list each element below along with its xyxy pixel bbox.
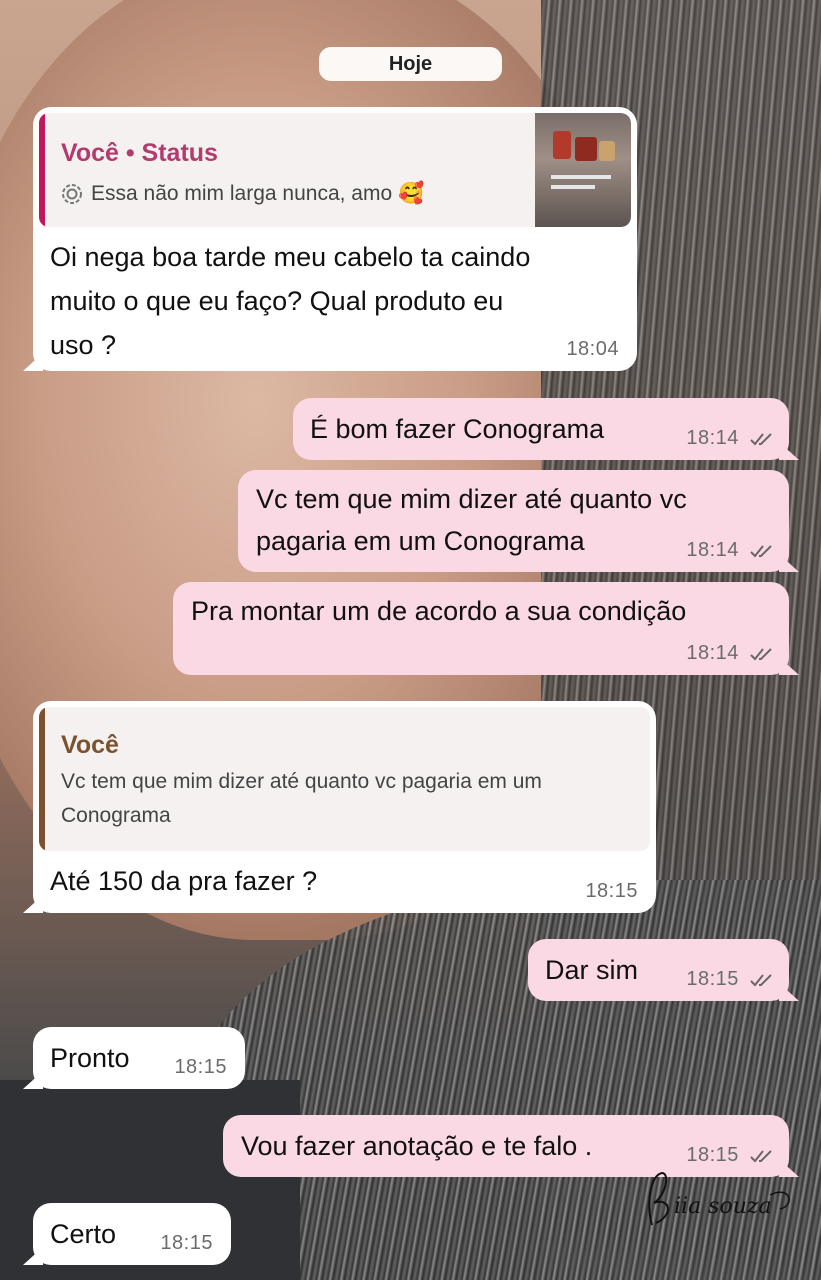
message-outgoing[interactable]: Vc tem que mim dizer até quanto vc pagar… [238, 470, 789, 572]
message-text: Pra montar um de acordo a sua condição [191, 596, 687, 626]
double-check-icon [750, 545, 772, 558]
quote-accent-bar [39, 113, 45, 227]
message-time: 18:04 [566, 338, 619, 360]
date-separator: Hoje [319, 47, 502, 81]
message-meta: 18:15 [686, 1144, 775, 1167]
message-text: Dar sim [545, 955, 638, 985]
quote-text: Vc tem que mim dizer até quanto vc pagar… [61, 770, 542, 793]
message-text: É bom fazer Conograma [310, 414, 605, 444]
quote-author: Você • Status [61, 139, 218, 167]
message-text: Certo [50, 1219, 117, 1249]
message-text: Pronto [50, 1043, 130, 1073]
reply-quote[interactable]: Você Vc tem que mim dizer até quanto vc … [39, 707, 650, 851]
message-time: 18:15 [686, 968, 739, 990]
message-incoming[interactable]: Certo 18:15 [33, 1203, 231, 1265]
message-text: Vou fazer anotação e te falo . [241, 1131, 593, 1161]
double-check-icon [750, 1150, 772, 1163]
message-time: 18:15 [585, 880, 638, 902]
quote-author: Você [61, 731, 119, 759]
thumb-product [599, 141, 615, 161]
message-meta: 18:14 [686, 642, 775, 665]
message-outgoing[interactable]: Dar sim 18:15 [528, 939, 789, 1001]
message-meta: 18:15 [686, 968, 775, 991]
quote-accent-bar [39, 707, 45, 851]
thumb-product [553, 131, 571, 159]
quote-status-label: Essa não mim larga nunca, amo 🥰 [91, 182, 425, 205]
message-time: 18:14 [686, 539, 739, 561]
message-text: Até 150 da pra fazer ? [50, 866, 318, 896]
message-outgoing[interactable]: É bom fazer Conograma 18:14 [293, 398, 789, 460]
status-thumbnail[interactable] [535, 113, 631, 227]
message-meta: 18:14 [686, 539, 775, 562]
message-incoming[interactable]: Pronto 18:15 [33, 1027, 245, 1089]
svg-text:iia souza: iia souza [674, 1194, 772, 1219]
message-time: 18:15 [160, 1232, 213, 1254]
message-text: uso ? [50, 330, 117, 360]
message-incoming[interactable]: Você • Status Essa não mim larga nunca, … [33, 107, 637, 371]
status-reply-quote[interactable]: Você • Status Essa não mim larga nunca, … [39, 113, 631, 227]
message-meta: 18:14 [686, 427, 775, 450]
message-time: 18:15 [174, 1056, 227, 1078]
thumb-line [551, 185, 595, 189]
message-time: 18:15 [686, 1144, 739, 1166]
message-time: 18:14 [686, 642, 739, 664]
double-check-icon [750, 974, 772, 987]
status-ring-icon [62, 184, 82, 204]
quote-text: Conograma [61, 804, 171, 827]
message-text: muito o que eu faço? Qual produto eu [50, 286, 504, 316]
message-text: Oi nega boa tarde meu cabelo ta caindo [50, 242, 531, 272]
thumb-line [551, 175, 611, 179]
message-time: 18:14 [686, 427, 739, 449]
message-text: pagaria em um Conograma [256, 526, 585, 556]
signature-watermark: iia souza [640, 1165, 800, 1235]
message-incoming[interactable]: Você Vc tem que mim dizer até quanto vc … [33, 701, 656, 913]
signature-logo: iia souza [648, 1171, 790, 1226]
thumb-product [575, 137, 597, 161]
quote-status-text: Essa não mim larga nunca, amo 🥰 [61, 177, 424, 211]
double-check-icon [750, 433, 772, 446]
message-text: Vc tem que mim dizer até quanto vc [256, 484, 687, 514]
message-outgoing[interactable]: Pra montar um de acordo a sua condição 1… [173, 582, 789, 675]
double-check-icon [750, 648, 772, 661]
